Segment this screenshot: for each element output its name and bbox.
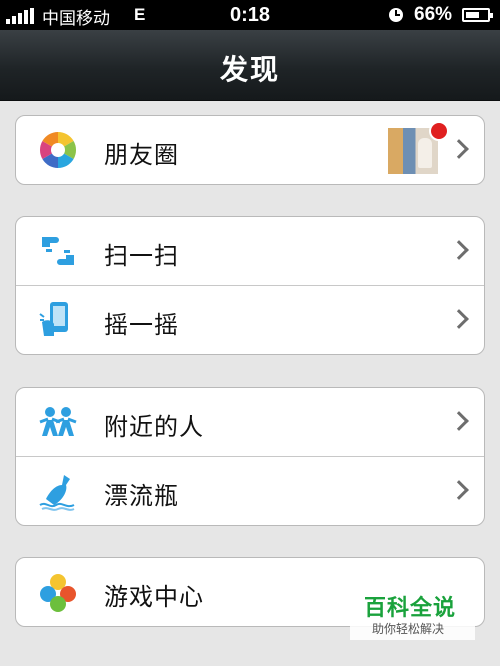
list-item-label: 朋友圈 [104, 141, 179, 169]
nearby-bottle-group: 附近的人 漂流瓶 [15, 387, 485, 526]
list-item-label: 漂流瓶 [104, 482, 179, 510]
clock-icon [389, 8, 403, 22]
chevron-right-icon [449, 240, 469, 260]
people-nearby-icon [39, 407, 77, 436]
list-item-label: 摇一摇 [104, 311, 179, 339]
navigation-bar: 发现 [0, 30, 500, 101]
list-item-label: 游戏中心 [104, 583, 204, 611]
list-item-label: 附近的人 [104, 413, 204, 441]
moments-aperture-icon [39, 132, 77, 168]
list-item-shake[interactable]: 摇一摇 [16, 285, 484, 354]
drift-bottle-icon [39, 475, 75, 511]
battery-percent: 66% [414, 4, 453, 25]
chevron-right-icon [449, 139, 469, 159]
shake-phone-icon [39, 302, 68, 336]
chevron-right-icon [449, 480, 469, 500]
list-item-scan[interactable]: 扫一扫 [16, 217, 484, 285]
list-item-moments[interactable]: 朋友圈 [16, 116, 484, 184]
scan-hands-icon [42, 237, 74, 265]
game-center-icon [40, 574, 76, 612]
page-title: 发现 [219, 53, 280, 86]
list-item-drift-bottle[interactable]: 漂流瓶 [16, 456, 484, 525]
scan-shake-group: 扫一扫 摇一摇 [15, 216, 485, 355]
list-item-label: 扫一扫 [104, 242, 179, 270]
chevron-right-icon [449, 309, 469, 329]
new-badge-dot [429, 121, 449, 141]
list-item-people-nearby[interactable]: 附近的人 [16, 388, 484, 456]
moments-group: 朋友圈 [15, 115, 485, 185]
watermark-title: 百科全说 [364, 596, 457, 621]
chevron-right-icon [449, 411, 469, 431]
watermark-subtitle: 助你轻松解决 [372, 622, 445, 636]
battery-icon [462, 8, 493, 22]
watermark: 百科全说 助你轻松解决 [350, 588, 475, 640]
status-bar: 中国移动 E 0:18 66% [0, 0, 500, 30]
